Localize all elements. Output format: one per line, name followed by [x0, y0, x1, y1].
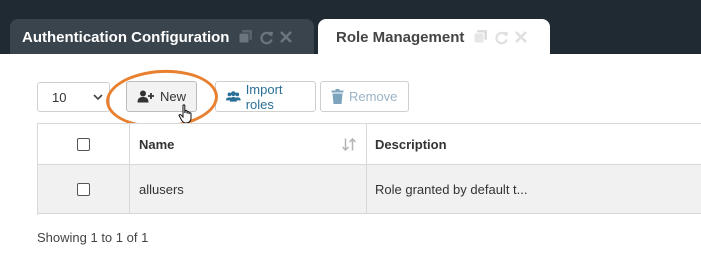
page-size-value: 10 [52, 89, 67, 105]
select-all-checkbox[interactable] [77, 137, 90, 151]
chevron-down-icon [93, 94, 103, 101]
table-summary: Showing 1 to 1 of 1 [37, 230, 149, 245]
tab-authentication-configuration[interactable]: Authentication Configuration [10, 19, 314, 55]
role-name: allusers [139, 181, 184, 197]
refresh-icon[interactable] [494, 30, 509, 45]
close-icon[interactable] [280, 31, 293, 43]
import-roles-button[interactable]: Import roles [215, 81, 316, 112]
tab-label: Authentication Configuration [22, 28, 230, 46]
row-checkbox[interactable] [77, 182, 90, 196]
tab-role-management[interactable]: Role Management [318, 19, 550, 55]
sort-icon[interactable] [342, 138, 356, 151]
tab-label: Role Management [336, 28, 465, 46]
role-description-cell: Role granted by default t... [367, 165, 701, 213]
role-name-cell: allusers [130, 165, 367, 213]
column-header-name[interactable]: Name [130, 124, 367, 164]
refresh-icon[interactable] [259, 30, 274, 45]
import-button-label: Import roles [245, 81, 283, 112]
page-size-select[interactable]: 10 [37, 82, 110, 112]
close-icon[interactable] [515, 31, 528, 43]
table-header-row: Name Description [38, 124, 701, 165]
roles-table: Name Description allusers Role granted b… [37, 123, 701, 215]
column-header-label: Name [139, 136, 175, 152]
remove-button-label: Remove [349, 89, 398, 104]
table-row[interactable]: allusers Role granted by default t... [38, 165, 701, 214]
role-description: Role granted by default t... [375, 181, 528, 197]
column-header-description[interactable]: Description [367, 124, 701, 164]
users-icon [226, 91, 241, 102]
trash-icon [331, 89, 344, 104]
column-header-label: Description [375, 136, 447, 152]
hand-cursor-icon [178, 104, 192, 124]
add-user-icon [137, 90, 154, 103]
copy-icon[interactable] [239, 30, 253, 44]
remove-button[interactable]: Remove [320, 81, 409, 112]
new-button-label: New [159, 89, 186, 104]
copy-icon[interactable] [474, 30, 488, 44]
